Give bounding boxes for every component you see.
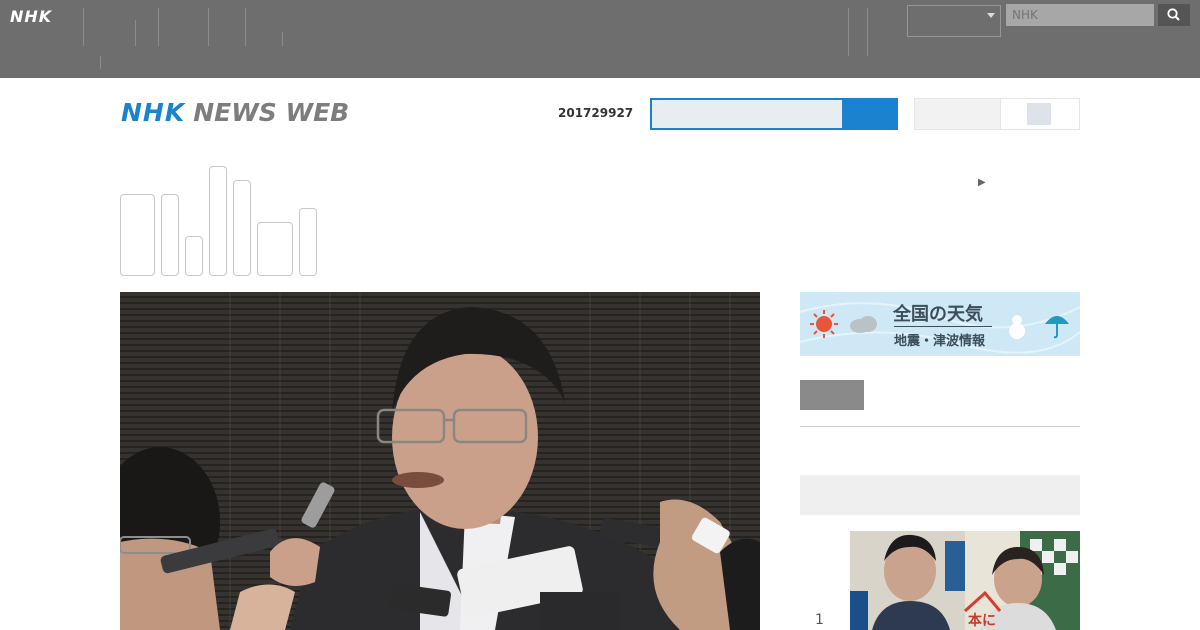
- tab-label: [121, 243, 154, 257]
- tab-label: [258, 229, 292, 243]
- snowman-icon: [1009, 315, 1025, 339]
- global-nav-label: [250, 34, 296, 47]
- chevron-down-icon: [987, 13, 995, 18]
- toggle-switch[interactable]: [1000, 99, 1079, 129]
- toggle-knob: [1027, 103, 1051, 125]
- weather-subtitle: 地震・津波情報: [894, 334, 986, 349]
- date-code: 201729927: [558, 106, 634, 120]
- promo-link-label: [990, 173, 1130, 189]
- global-nav-item-6[interactable]: [245, 8, 296, 46]
- ranking-heading: [800, 475, 1080, 515]
- news-photo-image: [120, 292, 760, 630]
- sidebar-link[interactable]: [882, 386, 972, 407]
- category-tab-4[interactable]: [209, 166, 227, 276]
- weather-banner[interactable]: 全国の天気 地震・津波情報: [800, 292, 1080, 356]
- promo-link[interactable]: ▶: [978, 170, 1130, 190]
- site-search-input[interactable]: [652, 100, 842, 128]
- umbrella-icon: [1045, 316, 1069, 339]
- sidebar-divider: [800, 426, 1080, 427]
- tab-label: [121, 201, 154, 215]
- global-nav-divider: [282, 32, 287, 46]
- ranking-thumbnail-image: 本に: [850, 531, 1080, 630]
- weather-title: 全国の天気: [893, 304, 983, 325]
- sidebar-thumbnail[interactable]: [800, 380, 864, 410]
- display-toggle[interactable]: [914, 98, 1080, 130]
- global-header: NHK: [0, 0, 1200, 78]
- nhk-news-web-logo[interactable]: NHK NEWS WEB: [121, 98, 349, 130]
- tab-label: [121, 229, 154, 243]
- category-tab-2[interactable]: [161, 194, 179, 276]
- global-nav-divider: [100, 56, 105, 69]
- site-search-button[interactable]: [842, 100, 896, 128]
- tab-label: [258, 257, 292, 271]
- category-tab-7[interactable]: [299, 208, 317, 276]
- brand-nhk: NHK: [121, 98, 186, 127]
- toggle-label: [915, 99, 1001, 129]
- region-select[interactable]: [907, 5, 1001, 37]
- sun-icon: [810, 310, 838, 338]
- svg-text:本に: 本に: [968, 612, 996, 629]
- category-tab-1[interactable]: [120, 194, 155, 276]
- global-search-button[interactable]: [1158, 4, 1190, 26]
- nhk-logo[interactable]: NHK: [10, 7, 52, 26]
- search-icon: [1167, 8, 1180, 21]
- cloud-icon: [850, 316, 877, 333]
- weather-divider: [894, 326, 992, 327]
- triangle-right-icon: ▶: [978, 177, 986, 188]
- ranking-number: 1: [815, 612, 824, 628]
- global-search-input[interactable]: [1006, 4, 1154, 26]
- region-select-value: [913, 22, 937, 36]
- category-tab-6[interactable]: [257, 222, 293, 276]
- category-tab-5[interactable]: [233, 180, 251, 276]
- site-search: [650, 98, 898, 130]
- top-news-photo[interactable]: [120, 292, 760, 630]
- ranking-thumbnail[interactable]: 本に: [850, 531, 1080, 630]
- category-tab-3[interactable]: [185, 236, 203, 276]
- brand-news-web: NEWS WEB: [193, 98, 350, 127]
